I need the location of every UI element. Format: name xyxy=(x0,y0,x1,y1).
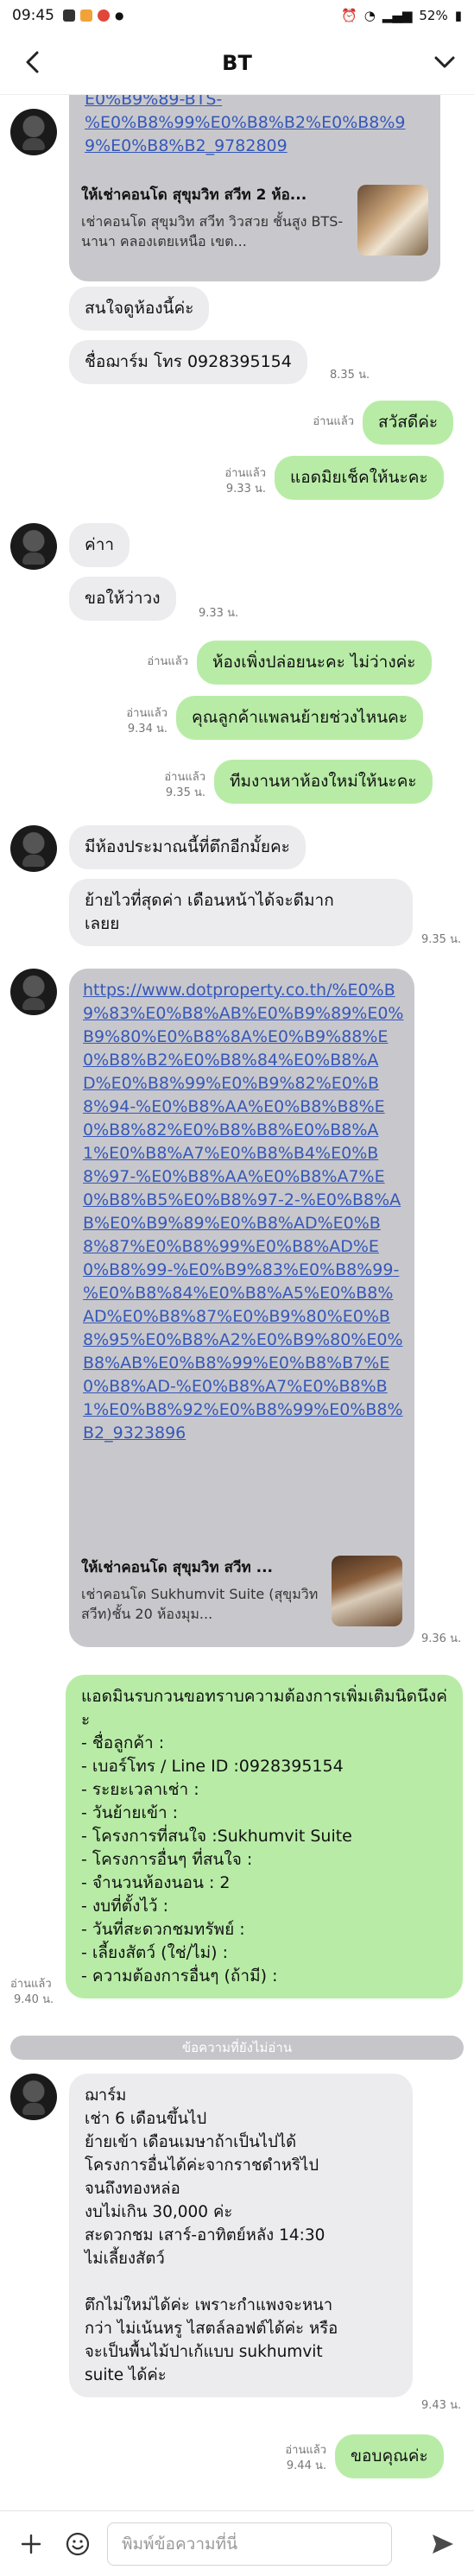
outgoing-message[interactable]: ขอบคุณค่ะ xyxy=(335,2434,444,2478)
message-time: 9.43 น. xyxy=(421,2399,462,2412)
avatar[interactable] xyxy=(10,825,57,872)
link-card[interactable]: ให้เช่าคอนโด สุขุมวิท สวีท 2 ห้อ... เช่า… xyxy=(81,183,345,251)
incoming-message[interactable]: ฌาร์ม เช่า 6 เดือนขึ้นไป ย้ายเข้า เดือนเ… xyxy=(69,2074,413,2397)
wifi-icon: ◔ xyxy=(363,8,376,23)
plus-icon xyxy=(21,2534,41,2554)
read-receipt: อ่านแล้ว xyxy=(147,655,188,668)
back-button[interactable] xyxy=(17,47,48,78)
outgoing-message[interactable]: ห้องเพิ่งปล่อยนะคะ ไม่ว่างค่ะ xyxy=(197,641,432,685)
outgoing-message[interactable]: คุณลูกค้าแพลนย้ายช่วงไหนคะ xyxy=(176,696,424,740)
alarm-icon: ⏰ xyxy=(341,8,357,23)
avatar[interactable] xyxy=(10,523,57,570)
app-notification-icon-2 xyxy=(98,9,110,22)
chevron-down-icon xyxy=(434,56,455,68)
avatar[interactable] xyxy=(10,969,57,1015)
outgoing-message[interactable]: แอดมินรบกวนขอทราบความต้องการเพิ่มเติมนิด… xyxy=(66,1675,463,1998)
message-time: 9.33 น. xyxy=(199,607,239,620)
notification-icons: ● xyxy=(63,9,123,22)
app-notification-icon xyxy=(80,9,92,22)
unread-divider: ข้อความที่ยังไม่อ่าน xyxy=(10,2036,464,2060)
outgoing-message[interactable]: แอดมิยเช็คให้นะคะ xyxy=(275,456,444,500)
send-icon xyxy=(433,2534,453,2554)
incoming-message[interactable]: ขอให้ว่าวง xyxy=(69,577,176,621)
message-time: 9.33 น. xyxy=(225,483,266,496)
link-thumbnail[interactable] xyxy=(357,185,428,256)
emoji-button[interactable] xyxy=(60,2527,95,2561)
avatar[interactable] xyxy=(10,109,57,155)
gallery-notification-icon xyxy=(63,9,75,22)
outgoing-message[interactable]: ทีมงานหาห้องใหม่ให้นะคะ xyxy=(214,760,433,804)
incoming-message[interactable]: มีห้องประมาณนี้ที่ตึกอีกมั้ยคะ xyxy=(69,825,306,869)
status-time: 09:45 xyxy=(12,7,54,24)
link-card-title: ให้เช่าคอนโด สุขุมวิท สวีท 2 ห้อ... xyxy=(81,186,307,204)
read-receipt: อ่านแล้ว xyxy=(313,415,354,428)
read-receipt: อ่านแล้ว xyxy=(126,707,167,720)
outgoing-message[interactable]: สวัสดีค่ะ xyxy=(363,401,454,445)
link-preview-bubble[interactable]: https://www.dotproperty.co.th/%E0%B9%83%… xyxy=(69,969,414,1647)
message-time: 9.35 น. xyxy=(421,933,462,946)
message-time: 9.36 น. xyxy=(421,1632,462,1645)
system-icons: ⏰ ◔ ▂▄▆ 52% ▮ xyxy=(341,8,462,23)
read-receipt: อ่านแล้ว xyxy=(164,771,205,784)
avatar[interactable] xyxy=(10,2074,57,2120)
link-preview-bubble[interactable]: E0%B9%89-BTS- %E0%B8%99%E0%B8%B2%E0%B8%9… xyxy=(69,95,440,281)
status-bar: 09:45 ● ⏰ ◔ ▂▄▆ 52% ▮ xyxy=(0,0,474,31)
message-time: 9.34 น. xyxy=(127,723,167,736)
incoming-message[interactable]: ค่าา xyxy=(69,523,130,567)
link-thumbnail[interactable] xyxy=(332,1556,402,1626)
signal-icon: ▂▄▆ xyxy=(382,8,413,23)
read-receipt: อ่านแล้ว xyxy=(224,467,266,480)
read-receipt: อ่านแล้ว xyxy=(285,2444,326,2457)
composer-bar xyxy=(0,2510,474,2576)
message-time: 9.40 น. xyxy=(14,1993,54,2006)
send-button[interactable] xyxy=(426,2527,460,2561)
incoming-message[interactable]: สนใจดูห้องนี้ค่ะ xyxy=(69,287,210,331)
link-text[interactable]: https://www.dotproperty.co.th/%E0%B9%83%… xyxy=(83,979,404,1445)
smiley-icon xyxy=(66,2532,90,2555)
incoming-message[interactable]: ย้ายไวที่สุดค่า เดือนหน้าได้จะดีมาก เลยย xyxy=(69,879,413,946)
message-time: 8.35 น. xyxy=(330,369,370,382)
chat-area[interactable]: E0%B9%89-BTS- %E0%B8%99%E0%B8%B2%E0%B8%9… xyxy=(0,95,474,2510)
chat-title: BT xyxy=(222,50,252,75)
message-time: 9.44 น. xyxy=(286,2459,326,2472)
link-card-desc: เช่าคอนโด สุขุมวิท สวีท วิวสวย ชั้นสูง B… xyxy=(81,213,344,249)
incoming-message[interactable]: ชื่อฌาร์ม โทร 0928395154 xyxy=(69,340,307,384)
chevron-left-icon xyxy=(26,51,39,73)
battery-icon: ▮ xyxy=(454,8,462,23)
link-card-title: ให้เช่าคอนโด สุขุมวิท สวีท ... xyxy=(81,1559,273,1576)
add-attachment-button[interactable] xyxy=(14,2527,48,2561)
message-input[interactable] xyxy=(107,2522,392,2566)
link-text[interactable]: E0%B9%89-BTS- %E0%B8%99%E0%B8%B2%E0%B8%9… xyxy=(85,95,425,158)
dot-icon: ● xyxy=(115,9,124,22)
link-card[interactable]: ให้เช่าคอนโด สุขุมวิท สวีท ... เช่าคอนโด… xyxy=(81,1556,323,1624)
message-time: 9.35 น. xyxy=(165,786,205,799)
battery-percent: 52% xyxy=(419,8,448,23)
chat-header: BT xyxy=(0,31,474,95)
menu-toggle-button[interactable] xyxy=(429,47,460,78)
read-receipt: อ่านแล้ว xyxy=(10,1978,52,1991)
link-card-desc: เช่าคอนโด Sukhumvit Suite (สุขุมวิท สวีท… xyxy=(81,1586,323,1622)
